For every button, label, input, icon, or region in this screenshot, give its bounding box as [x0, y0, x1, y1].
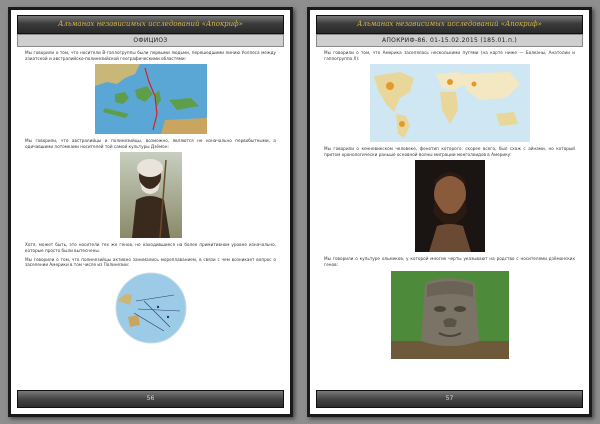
page-header: Альманах независимых исследований «Апокр…: [17, 15, 284, 34]
page-content: Мы говорили о том, что Америка заселялас…: [324, 50, 575, 363]
paragraph: Мы говорили о том, что носители В-гаплог…: [25, 50, 276, 61]
page-number: 57: [316, 390, 583, 408]
issue-info: АПОКРИФ-86. 01-15.02.2015 (185.01.п.): [316, 34, 583, 47]
right-page: Альманах независимых исследований «Апокр…: [307, 7, 592, 417]
wallace-line-map: [94, 64, 207, 135]
kennewick-man-bust-photo: [414, 160, 485, 253]
aboriginal-man-photo: [119, 152, 182, 239]
world-migration-map: [369, 64, 530, 143]
page-number: 56: [17, 390, 284, 408]
section-title: ОФИЦИОЗ: [17, 34, 284, 47]
polynesia-globe: [114, 271, 188, 345]
page-header: Альманах независимых исследований «Апокр…: [316, 15, 583, 34]
page-content: Мы говорили о том, что носители В-гаплог…: [25, 50, 276, 349]
left-page: Альманах независимых исследований «Апокр…: [8, 7, 293, 417]
olmec-head-photo: [390, 270, 509, 359]
paragraph: Мы говорили о кенневикском человеке, фен…: [324, 146, 575, 157]
paragraph: Мы говорили, что австралийцы и полинезий…: [25, 138, 276, 149]
paragraph: Мы говорили о том, что полинезийцы актив…: [25, 256, 276, 268]
paragraph: Мы говорили о культуре ольмеков, у котор…: [324, 256, 575, 267]
paragraph: Хотя, может быть, это носители тех же ге…: [25, 242, 276, 253]
paragraph: Мы говорили о том, что Америка заселялас…: [324, 50, 575, 61]
